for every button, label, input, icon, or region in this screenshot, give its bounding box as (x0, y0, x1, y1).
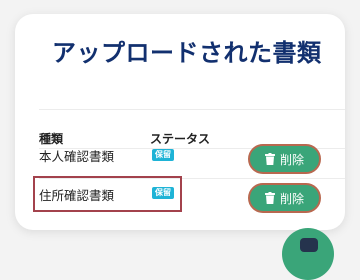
delete-button[interactable]: 削除 (248, 144, 321, 174)
chat-icon (300, 238, 318, 252)
floating-action-button[interactable] (282, 228, 334, 280)
card-title: アップロードされた書類 (52, 39, 322, 67)
delete-label: 削除 (279, 191, 304, 206)
trash-icon (264, 153, 275, 165)
column-header-type: 種類 (39, 132, 64, 146)
title-divider (39, 109, 345, 110)
delete-label: 削除 (279, 152, 304, 167)
column-header-status: ステータス (150, 132, 211, 146)
uploaded-documents-card: アップロードされた書類 種類 ステータス 本人確認書類 保留 削除 住所確認書類… (15, 14, 345, 230)
highlight-box (33, 176, 182, 212)
trash-icon (264, 192, 275, 204)
status-badge: 保留 (152, 149, 174, 161)
document-name: 本人確認書類 (39, 149, 115, 164)
delete-button[interactable]: 削除 (248, 183, 321, 213)
